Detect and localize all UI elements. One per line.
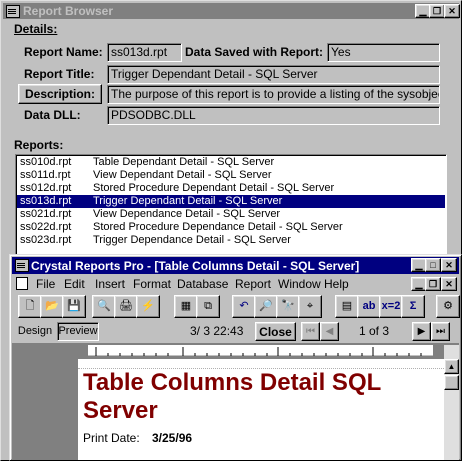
- crystal-app-icon[interactable]: [15, 259, 29, 272]
- list-item[interactable]: ss022d.rpt Stored Procedure Dependance De…: [17, 221, 445, 234]
- report-file-name: ss022d.rpt: [20, 221, 72, 233]
- export-icon[interactable]: ⚡: [136, 295, 160, 318]
- doc-close-icon[interactable]: ✕: [441, 277, 457, 291]
- list-item[interactable]: ss012d.rpt Stored Procedure Dependant Det…: [17, 182, 445, 195]
- menu-edit[interactable]: Edit: [64, 277, 85, 291]
- insert-database-field-icon[interactable]: ▦: [174, 295, 198, 318]
- close-icon[interactable]: ✕: [441, 258, 457, 272]
- report-file-name: ss013d.rpt: [20, 195, 72, 207]
- horizontal-ruler: [88, 345, 433, 357]
- menu-report[interactable]: Report: [235, 277, 271, 291]
- reports-list[interactable]: ss010d.rpt Table Dependant Detail - SQL S…: [15, 154, 447, 258]
- menu-bar: File Edit Insert Format Database Report …: [12, 275, 459, 293]
- formula-icon[interactable]: x=2: [379, 295, 403, 318]
- report-title: Trigger Dependance Detail - SQL Server: [93, 234, 291, 246]
- menu-database[interactable]: Database: [177, 277, 228, 291]
- report-name-field[interactable]: ss013d.rpt: [107, 43, 182, 62]
- select-icon[interactable]: ⌖: [298, 295, 322, 318]
- maximize-icon[interactable]: □: [425, 258, 441, 272]
- toolbar: 🗋 📂 💾 🔍 🖨 ⚡ ▦ ⧉ ↶ 🔎 🔭 ⌖ ▤ ab x=2 Σ ⚙: [12, 294, 460, 318]
- menu-format[interactable]: Format: [133, 277, 171, 291]
- list-item[interactable]: ss023d.rpt Trigger Dependance Detail - SQ…: [17, 234, 445, 247]
- report-title: View Dependant Detail - SQL Server: [93, 169, 272, 181]
- report-file-name: ss011d.rpt: [20, 169, 71, 181]
- save-icon[interactable]: 💾: [62, 295, 86, 318]
- close-button[interactable]: Close: [255, 322, 296, 341]
- undo-icon[interactable]: ↶: [232, 295, 256, 318]
- copy-icon[interactable]: ⧉: [196, 295, 220, 318]
- zoom-icon[interactable]: 🔎: [254, 295, 278, 318]
- tab-design[interactable]: Design: [14, 323, 56, 341]
- menu-file[interactable]: File: [36, 277, 55, 291]
- previous-page-icon[interactable]: ◀: [320, 322, 339, 341]
- doc-restore-icon[interactable]: ❐: [425, 277, 441, 291]
- open-icon[interactable]: 📂: [40, 295, 64, 318]
- report-title-label: Report Title:: [24, 67, 95, 81]
- data-dll-field[interactable]: PDSODBC.DLL: [107, 106, 440, 125]
- menu-help[interactable]: Help: [324, 277, 349, 291]
- report-title: Trigger Dependant Detail - SQL Server: [93, 195, 283, 207]
- report-title-field[interactable]: Trigger Dependant Detail - SQL Server: [107, 65, 440, 84]
- document-icon[interactable]: [16, 277, 28, 290]
- window-menu-icon[interactable]: [6, 5, 20, 18]
- report-title-text: Table Columns Detail SQL Server: [83, 369, 381, 424]
- preview-datetime: 3/ 3 22:43: [190, 324, 244, 338]
- report-file-name: ss010d.rpt: [20, 156, 72, 168]
- experts-icon[interactable]: ⚙: [436, 295, 460, 318]
- data-saved-field[interactable]: Yes: [327, 43, 440, 62]
- insert-text-icon[interactable]: ab: [357, 295, 381, 318]
- print-date-label: Print Date:: [83, 431, 140, 445]
- scroll-up-icon[interactable]: ▲: [444, 359, 459, 374]
- report-name-label: Report Name:: [24, 45, 103, 59]
- details-label: Details:: [14, 22, 58, 36]
- report-title: Stored Procedure Dependant Detail - SQL …: [93, 182, 335, 194]
- new-icon[interactable]: 🗋: [18, 295, 42, 318]
- data-saved-label: Data Saved with Report:: [185, 45, 324, 59]
- description-field[interactable]: The purpose of this report is to provide…: [107, 85, 440, 104]
- report-file-name: ss012d.rpt: [20, 182, 72, 194]
- close-icon[interactable]: ✕: [444, 4, 460, 18]
- data-dll-label: Data DLL:: [24, 108, 81, 122]
- menu-window[interactable]: Window: [278, 277, 321, 291]
- report-browser-title: Report Browser: [23, 4, 114, 18]
- report-file-name: ss023d.rpt: [20, 234, 72, 246]
- print-date-value: 3/25/96: [152, 431, 193, 445]
- search-icon[interactable]: 🔭: [276, 295, 300, 318]
- list-item[interactable]: ss021d.rpt View Dependance Detail - SQL S…: [17, 208, 445, 221]
- menu-insert[interactable]: Insert: [95, 277, 125, 291]
- reports-label: Reports:: [14, 138, 64, 152]
- crystal-titlebar[interactable]: Crystal Reports Pro - [Table Columns Det…: [12, 257, 459, 274]
- preview-area: Table Columns Detail SQL Server Print Da…: [12, 343, 459, 460]
- summary-icon[interactable]: Σ: [401, 295, 425, 318]
- vertical-scrollbar[interactable]: ▲: [444, 345, 459, 460]
- report-file-name: ss021d.rpt: [20, 208, 72, 220]
- report-title: Table Dependant Detail - SQL Server: [93, 156, 275, 168]
- report-title: Stored Procedure Dependance Detail - SQL…: [93, 221, 343, 233]
- list-item[interactable]: ss013d.rpt Trigger Dependant Detail - SQL…: [17, 195, 445, 208]
- description-button[interactable]: Description:: [18, 84, 102, 104]
- print-preview-icon[interactable]: 🔍: [92, 295, 116, 318]
- crystal-reports-window: Crystal Reports Pro - [Table Columns Det…: [9, 254, 462, 461]
- list-item[interactable]: ss011d.rpt View Dependant Detail - SQL Se…: [17, 169, 445, 182]
- report-browser-titlebar[interactable]: Report Browser ▁ ❐ ✕: [3, 3, 460, 19]
- page-indicator: 1 of 3: [359, 324, 390, 338]
- print-icon[interactable]: 🖨: [114, 295, 138, 318]
- scroll-thumb[interactable]: [444, 375, 459, 390]
- crystal-title: Crystal Reports Pro - [Table Columns Det…: [31, 259, 360, 273]
- insert-database-icon[interactable]: ▤: [335, 295, 359, 318]
- tab-preview[interactable]: Preview: [57, 322, 99, 341]
- report-title: View Dependance Detail - SQL Server: [93, 208, 281, 220]
- preview-nav-bar: Design Preview 3/ 3 22:43 Close ⏮ ◀ 1 of…: [12, 321, 459, 343]
- last-page-icon[interactable]: ⏭: [431, 322, 450, 341]
- next-page-icon[interactable]: ▶: [412, 322, 431, 341]
- list-item[interactable]: ss010d.rpt Table Dependant Detail - SQL S…: [17, 156, 445, 169]
- first-page-icon[interactable]: ⏮: [301, 322, 320, 341]
- report-page: Table Columns Detail SQL Server Print Da…: [78, 359, 444, 460]
- restore-icon[interactable]: ❐: [429, 4, 445, 18]
